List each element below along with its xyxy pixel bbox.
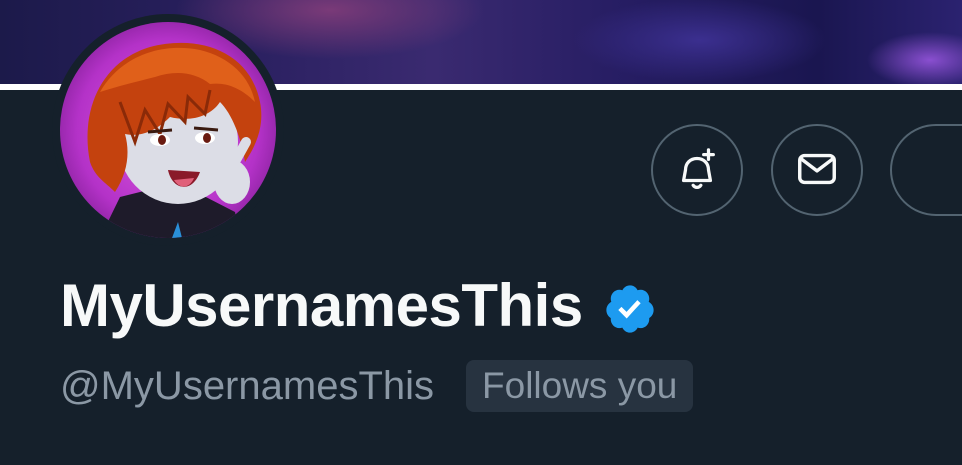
avatar[interactable]: [52, 14, 284, 246]
avatar-image[interactable]: [60, 22, 276, 238]
verified-badge-icon[interactable]: [603, 282, 657, 336]
message-button[interactable]: [771, 124, 863, 216]
user-handle: @MyUsernamesThis: [60, 364, 435, 408]
display-name: MyUsernamesThis: [60, 268, 657, 344]
profile-header: MyUsernamesThis @MyUsernamesThis Follows…: [0, 0, 962, 465]
follow-button[interactable]: [890, 124, 962, 216]
bell-plus-icon: [674, 146, 720, 195]
display-name-text: MyUsernamesThis: [60, 272, 583, 339]
envelope-icon: [794, 146, 840, 195]
handle-row: @MyUsernamesThis Follows you: [60, 358, 694, 414]
notify-button[interactable]: [651, 124, 743, 216]
follows-you-badge: Follows you: [466, 360, 694, 412]
